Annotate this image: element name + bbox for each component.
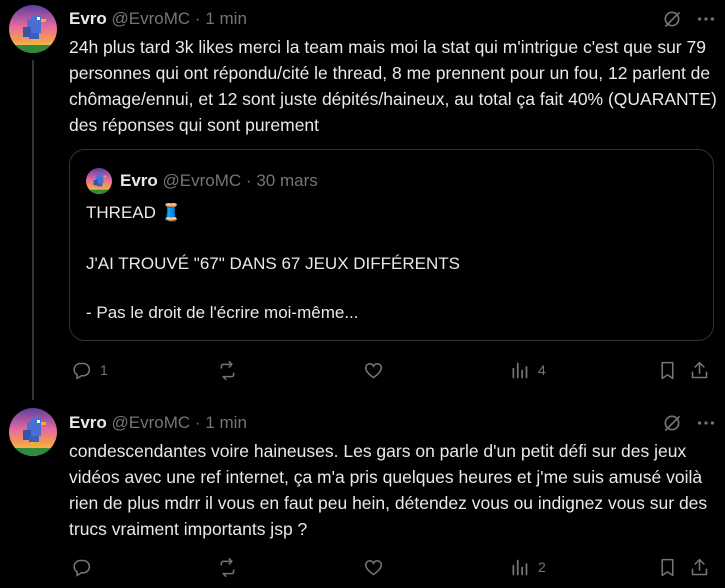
views-button[interactable]: 4 bbox=[509, 358, 546, 382]
reply-button[interactable] bbox=[71, 555, 100, 579]
timestamp[interactable]: 1 min bbox=[205, 9, 247, 28]
bar-chart-icon bbox=[512, 559, 528, 575]
tweet[interactable]: Evro @EvroMC · 1 min condescendantes voi… bbox=[0, 405, 725, 588]
separator: · bbox=[194, 9, 201, 28]
bookmark-button[interactable] bbox=[657, 358, 678, 382]
more-options-icon[interactable] bbox=[695, 413, 717, 433]
bookmark-icon bbox=[661, 558, 674, 576]
views-button[interactable]: 2 bbox=[509, 555, 546, 579]
quoted-tweet-header: Evro @EvroMC · 30 mars bbox=[120, 171, 318, 191]
pixel-bird-avatar-icon bbox=[9, 5, 57, 53]
user-handle[interactable]: @EvroMC bbox=[112, 413, 191, 432]
separator: · bbox=[245, 171, 252, 190]
display-name[interactable]: Evro bbox=[69, 413, 107, 432]
tweet-header: Evro @EvroMC · 1 min bbox=[69, 413, 247, 433]
avatar[interactable] bbox=[9, 408, 57, 456]
grok-icon[interactable] bbox=[662, 413, 682, 433]
pixel-bird-avatar-icon bbox=[86, 168, 112, 194]
like-button[interactable] bbox=[363, 358, 392, 382]
separator: · bbox=[194, 413, 201, 432]
like-button[interactable] bbox=[363, 555, 392, 579]
reply-icon bbox=[73, 559, 91, 577]
tweet[interactable]: Evro @EvroMC · 1 min 24h plus tard 3k li… bbox=[0, 0, 725, 395]
quoted-tweet-line: J'AI TROUVÉ "67" DANS 67 JEUX DIFFÉRENTS bbox=[86, 254, 460, 273]
quoted-tweet-line: - Pas le droit de l'écrire moi-même... bbox=[86, 303, 359, 322]
display-name: Evro bbox=[120, 171, 158, 190]
bar-chart-icon bbox=[512, 362, 528, 378]
reply-icon bbox=[73, 362, 91, 380]
views-count: 2 bbox=[538, 559, 546, 575]
timestamp: 30 mars bbox=[256, 171, 318, 190]
share-icon bbox=[691, 361, 708, 378]
quoted-tweet[interactable]: Evro @EvroMC · 30 mars THREAD 🧵 J'AI TRO… bbox=[69, 149, 714, 341]
retweet-button[interactable] bbox=[217, 358, 246, 382]
display-name[interactable]: Evro bbox=[69, 9, 107, 28]
bookmark-icon bbox=[661, 361, 674, 379]
views-count: 4 bbox=[538, 362, 546, 378]
avatar[interactable] bbox=[9, 5, 57, 53]
avatar[interactable] bbox=[86, 168, 112, 194]
tweet-text: condescendantes voire haineuses. Les gar… bbox=[69, 441, 708, 539]
tweet-actions: 2 bbox=[69, 555, 719, 579]
reply-count: 1 bbox=[100, 362, 108, 378]
quoted-tweet-line: THREAD 🧵 bbox=[86, 203, 182, 222]
user-handle[interactable]: @EvroMC bbox=[112, 9, 191, 28]
tweet-header: Evro @EvroMC · 1 min bbox=[69, 9, 247, 29]
share-button[interactable] bbox=[689, 358, 710, 382]
share-button[interactable] bbox=[689, 555, 710, 579]
heart-icon bbox=[364, 362, 383, 378]
bookmark-button[interactable] bbox=[657, 555, 678, 579]
tweet-text: 24h plus tard 3k likes merci la team mai… bbox=[69, 37, 717, 135]
retweet-button[interactable] bbox=[217, 555, 246, 579]
user-handle: @EvroMC bbox=[162, 171, 242, 190]
retweet-icon bbox=[220, 360, 235, 380]
grok-icon[interactable] bbox=[662, 9, 682, 29]
retweet-icon bbox=[220, 557, 235, 577]
heart-icon bbox=[364, 559, 383, 575]
tweet-actions: 1 4 bbox=[69, 358, 719, 382]
reply-button[interactable]: 1 bbox=[71, 358, 108, 382]
pixel-bird-avatar-icon bbox=[9, 408, 57, 456]
share-icon bbox=[691, 558, 708, 575]
timestamp[interactable]: 1 min bbox=[205, 413, 247, 432]
more-options-icon[interactable] bbox=[695, 9, 717, 29]
